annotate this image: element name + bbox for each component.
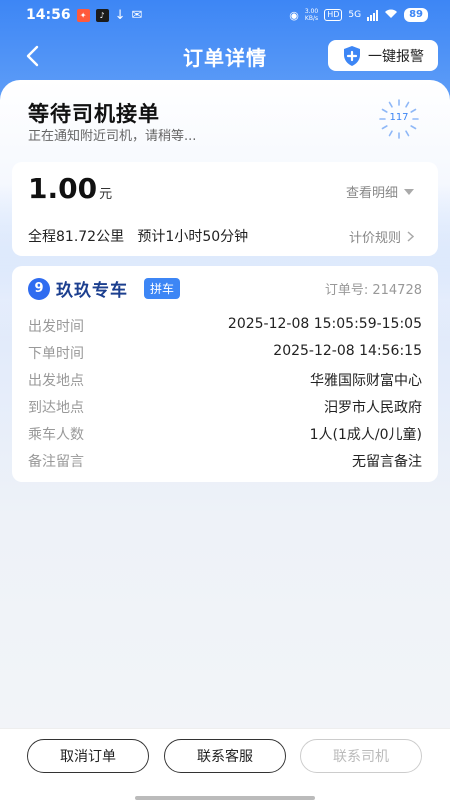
price-amount: 1.00 元 [28, 172, 112, 205]
signal-icon [367, 9, 379, 21]
status-bar: 14:56 ✦ ♪ ↓ ✉ ◉ 3.00 KB/s HD 5G 89 [0, 0, 450, 30]
row-destination: 到达地点 汨罗市人民政府 [28, 397, 422, 417]
row-remarks: 备注留言 无留言备注 [28, 451, 422, 471]
row-order-time: 下单时间 2025-12-08 14:56:15 [28, 343, 422, 363]
hd-badge: HD [324, 9, 343, 21]
shield-icon [344, 45, 360, 66]
price-value: 1.00 [28, 172, 98, 205]
order-status-subtitle: 正在通知附近司机，请稍等... [28, 129, 197, 144]
status-time: 14:56 [26, 7, 71, 23]
order-number: 订单号: 214728 [324, 283, 422, 298]
network-type: 5G [348, 10, 362, 20]
app-notification-icon: ✦ [76, 8, 90, 22]
download-icon: ↓ [114, 7, 126, 23]
price-unit: 元 [99, 187, 113, 202]
battery-indicator: 89 [404, 8, 428, 22]
network-speed: 3.00 KB/s [305, 8, 318, 22]
location-icon: ◉ [289, 8, 299, 22]
row-label: 出发时间 [28, 319, 84, 335]
row-value: 汨罗市人民政府 [324, 400, 422, 416]
row-value: 1人(1成人/0儿童) [309, 427, 422, 443]
row-value: 华雅国际财富中心 [310, 373, 422, 389]
pricing-rules-label: 计价规则 [348, 231, 401, 246]
trip-summary: 全程81.72公里 预计1小时50分钟 [28, 229, 249, 245]
row-label: 乘车人数 [28, 427, 84, 443]
caret-down-icon [404, 188, 414, 195]
bottom-action-bar: 取消订单 联系客服 联系司机 [0, 728, 450, 800]
row-label: 到达地点 [28, 400, 84, 416]
view-details-link[interactable]: 查看明细 [346, 182, 414, 201]
brand-logo-icon: 9 [28, 277, 50, 300]
countdown-value: 117 [389, 112, 409, 123]
nav-bar: 订单详情 一键报警 [0, 36, 450, 76]
row-label: 出发地点 [28, 373, 84, 389]
row-value: 2025-12-08 14:56:15 [273, 343, 422, 359]
cancel-order-button[interactable]: 取消订单 [27, 739, 149, 773]
home-indicator[interactable] [135, 796, 315, 800]
view-details-label: 查看明细 [345, 186, 398, 201]
contact-driver-button[interactable]: 联系司机 [300, 739, 422, 773]
carpool-tag: 拼车 [144, 278, 181, 299]
countdown-timer: 117 [378, 98, 420, 140]
chat-icon: ✉ [131, 7, 143, 23]
emergency-alarm-label: 一键报警 [368, 48, 424, 65]
row-passengers: 乘车人数 1人(1成人/0儿童) [28, 424, 422, 444]
row-value: 无留言备注 [352, 454, 422, 470]
order-status-title: 等待司机接单 [28, 102, 160, 126]
brand-header: 9 玖玖专车 拼车 [28, 276, 181, 301]
contact-service-button[interactable]: 联系客服 [164, 739, 286, 773]
row-departure-time: 出发时间 2025-12-08 15:05:59-15:05 [28, 316, 422, 336]
price-card: 1.00 元 查看明细 全程81.72公里 预计1小时50分钟 计价规则 [12, 162, 438, 256]
row-label: 下单时间 [28, 346, 84, 362]
wifi-icon [384, 8, 398, 22]
pricing-rules-link[interactable]: 计价规则 [349, 227, 414, 246]
row-departure-place: 出发地点 华雅国际财富中心 [28, 370, 422, 390]
order-details-card: 9 玖玖专车 拼车 订单号: 214728 出发时间 2025-12-08 15… [12, 266, 438, 482]
brand-name: 玖玖专车 [56, 281, 128, 301]
speed-unit: KB/s [304, 15, 319, 22]
row-label: 备注留言 [28, 454, 84, 470]
emergency-alarm-button[interactable]: 一键报警 [328, 40, 438, 71]
chevron-right-icon [407, 231, 414, 242]
tiktok-icon: ♪ [95, 8, 109, 22]
row-value: 2025-12-08 15:05:59-15:05 [227, 316, 422, 332]
speed-value: 3.00 [304, 8, 319, 15]
